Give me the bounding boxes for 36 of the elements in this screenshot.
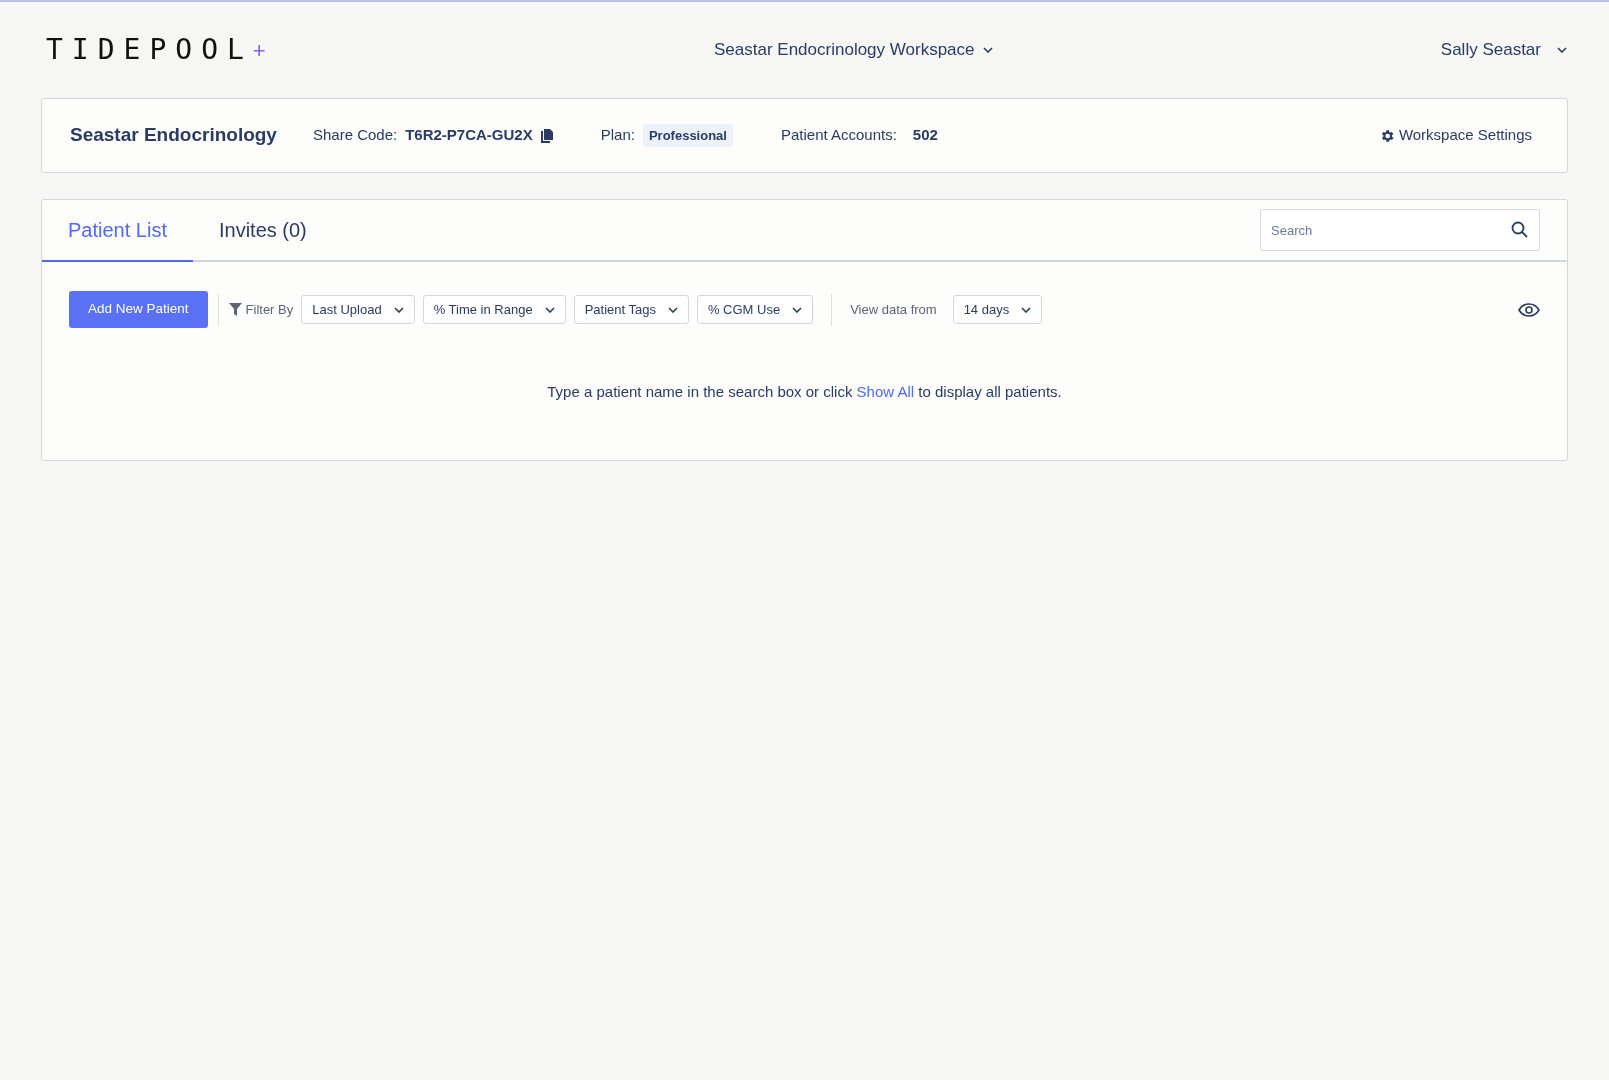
add-patient-button[interactable]: Add New Patient xyxy=(69,291,208,328)
chevron-down-icon xyxy=(544,306,555,313)
chevron-down-icon xyxy=(1557,47,1567,53)
chevron-down-icon xyxy=(393,306,404,313)
filter-dropdown[interactable]: Last Upload xyxy=(301,295,415,324)
show-all-link[interactable]: Show All xyxy=(856,383,915,400)
chevron-down-icon xyxy=(667,306,678,313)
view-data-label: View data from xyxy=(850,300,937,319)
logo-plus: + xyxy=(252,36,266,65)
filter-dropdown[interactable]: Patient Tags xyxy=(573,295,689,324)
search-field[interactable]: Search xyxy=(1260,209,1540,251)
patient-accounts-label: Patient Accounts: xyxy=(780,125,897,146)
share-code: T6R2-P7CA-GU2X xyxy=(405,125,533,146)
settings-button[interactable]: Workspace Settings xyxy=(1378,124,1532,147)
range-dropdown[interactable]: 14 days xyxy=(952,295,1043,324)
filter-label: Filter By xyxy=(245,300,294,319)
plan-badge: Professional xyxy=(642,123,733,148)
tab[interactable]: Patient List xyxy=(42,200,193,262)
share-code-label: Share Code: xyxy=(312,125,398,146)
filter-dropdown[interactable]: % Time in Range xyxy=(422,295,566,324)
tab[interactable]: Invites (0) xyxy=(192,200,333,262)
copy-icon[interactable] xyxy=(540,128,553,143)
search-icon xyxy=(1511,221,1528,238)
chevron-down-icon xyxy=(1021,306,1032,313)
eye-icon[interactable] xyxy=(1518,303,1540,318)
chevron-down-icon xyxy=(792,306,803,313)
workspace-name: Seastar Endocrinology xyxy=(70,123,277,148)
user-menu[interactable]: Sally Seastar xyxy=(1440,37,1567,63)
filter-icon xyxy=(228,303,242,316)
filter-dropdown[interactable]: % CGM Use xyxy=(696,295,814,324)
empty-state-message: Type a patient name in the search box or click Show All to display all patients. xyxy=(546,382,1063,402)
plan-label: Plan: xyxy=(600,125,635,146)
workspace-menu[interactable]: Seastar Endocrinology Workspace xyxy=(714,37,993,63)
chevron-down-icon xyxy=(982,47,993,53)
logo-text: TIDEPOOL xyxy=(46,32,253,68)
patient-accounts-count: 502 xyxy=(912,125,938,146)
